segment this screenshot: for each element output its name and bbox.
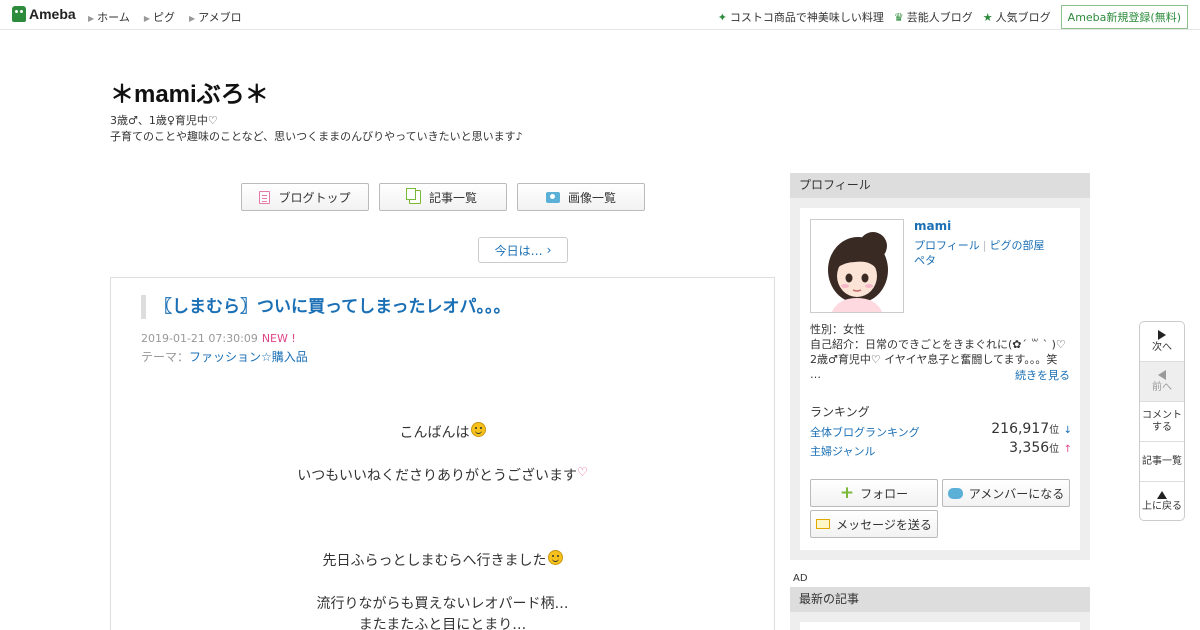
send-message-button[interactable]: メッセージを送る — [810, 510, 938, 538]
article-body-line: またまたふと目にとまり… — [358, 617, 527, 630]
profile-intro-line: 2歳♂育児中♡ イヤイヤ息子と奮闘してます。。。笑 — [810, 353, 1058, 366]
overall-ranking-value: 216,917位 ↓ — [991, 421, 1072, 437]
theme-link[interactable]: ファッション☆購入品 — [189, 350, 308, 364]
floating-article-list-button[interactable]: 記事一覧 — [1140, 442, 1184, 482]
comment-button[interactable]: コメント する — [1140, 402, 1184, 442]
profile-name[interactable]: mami — [914, 219, 951, 233]
sparkle-icon: ✦ — [717, 10, 727, 24]
profile-header: プロフィール — [790, 173, 1090, 198]
amember-button[interactable]: アメンバーになる — [942, 479, 1070, 507]
top-nav-home[interactable]: ▶ ホーム — [88, 9, 130, 25]
document-icon — [259, 190, 271, 204]
ameba-logo[interactable]: Ameba — [12, 6, 76, 22]
ad-label: AD — [793, 573, 808, 584]
plus-icon: + — [839, 482, 855, 503]
peta-link[interactable]: ペタ — [914, 254, 936, 267]
link-popular-blogs[interactable]: ★ 人気ブログ — [983, 9, 1051, 25]
play-left-icon — [1158, 369, 1166, 380]
genre-ranking-value: 3,356位 ↑ — [1009, 440, 1072, 456]
documents-icon — [405, 188, 421, 204]
camera-icon — [545, 191, 560, 203]
top-right-links: ✦ コストコ商品で神美味しい料理 ♛ 芸能人ブログ ★ 人気ブログ Ameba新規登録… — [718, 5, 1188, 29]
next-article-button[interactable]: 次へ — [1140, 322, 1184, 362]
mail-icon — [816, 519, 831, 529]
top-bar: Ameba ▶ ホーム ▶ ピグ ▶ アメブロ ✦ コストコ商品で神美味しい料理 ♛ 芸能… — [0, 0, 1200, 30]
latest-articles-content — [800, 622, 1080, 630]
ranking-row-overall: 全体ブログランキング 216,917位 ↓ — [810, 421, 1072, 440]
ameba-logo-icon — [12, 6, 26, 22]
divider: | — [982, 239, 987, 252]
article-theme: テーマ：ファッション☆購入品 — [141, 350, 308, 364]
profile-content: mami プロフィール | ピグの部屋 ペタ 性別：女性 自己紹介：日常のできごとを… — [800, 208, 1080, 550]
top-nav: ▶ ホーム ▶ ピグ ▶ アメブロ — [88, 9, 242, 25]
article-body-line: いつもいいねくださりありがとうございます♡ — [297, 465, 588, 484]
article: 〖しまむら〗ついに買ってしまったレオパ。。。 2019-01-21 07:30:… — [110, 277, 775, 630]
blog-title[interactable]: ＊mamiぶろ＊ — [110, 74, 269, 109]
latest-articles-header: 最新の記事 — [790, 587, 1090, 612]
register-button[interactable]: Ameba新規登録(無料) — [1060, 5, 1188, 29]
link-celebrity-blogs[interactable]: ♛ 芸能人ブログ — [894, 9, 973, 25]
chevron-right-icon: › — [546, 243, 552, 257]
top-nav-pig[interactable]: ▶ ピグ — [144, 9, 175, 25]
article-body-line: こんばんは — [111, 422, 774, 442]
article-list-button[interactable]: 記事一覧 — [379, 183, 507, 211]
arrow-up-icon — [1157, 491, 1167, 499]
article-body-line: 流行りながらも買えないレオパード柄… — [316, 596, 569, 612]
read-more-link[interactable]: 続きを見る — [1015, 367, 1070, 383]
profile-intro-line: 自己紹介：日常のできごとをきまぐれに(✿´ ꒳ ` )♡ — [810, 338, 1066, 351]
ranking-row-genre: 主婦ジャンル 3,356位 ↑ — [810, 440, 1072, 459]
profile-link[interactable]: プロフィール — [914, 239, 980, 252]
floating-nav: 次へ 前へ コメント する 記事一覧 上に戻る — [1139, 321, 1185, 521]
article-date: 2019-01-21 07:30:09 NEW ! — [141, 332, 296, 345]
profile-box: プロフィール mami プロフィール | ピグの部屋 ペタ 性別：女性 自己紹介：日 — [790, 173, 1090, 560]
link-costco-recipes[interactable]: ✦ コストコ商品で神美味しい料理 — [718, 9, 884, 25]
star-icon: ★ — [982, 10, 993, 24]
avatar-illustration — [828, 232, 888, 312]
back-to-top-button[interactable]: 上に戻る — [1140, 482, 1184, 520]
play-right-icon — [1158, 329, 1166, 340]
article-body-line: 先日ふらっとしまむらへ行きました — [111, 550, 774, 570]
article-title[interactable]: 〖しまむら〗ついに買ってしまったレオパ。。。 — [141, 295, 510, 319]
arrow-up-icon: ↑ — [1063, 444, 1072, 455]
chat-bubble-icon — [947, 487, 963, 499]
arrow-right-icon: ▶ — [143, 14, 150, 23]
blog-top-button[interactable]: ブログトップ — [241, 183, 369, 211]
avatar[interactable] — [810, 219, 904, 313]
arrow-right-icon: ▶ — [88, 14, 95, 23]
image-list-button[interactable]: 画像一覧 — [517, 183, 645, 211]
blog-description-line2: 子育てのことや趣味のことなど、思いつくままのんびりやっていきたいと思います♪ — [110, 130, 523, 143]
ranking-label: ランキング — [810, 405, 870, 419]
crown-icon: ♛ — [893, 10, 904, 24]
pig-room-link[interactable]: ピグの部屋 — [990, 239, 1045, 252]
smile-emoji-icon — [547, 550, 563, 565]
smile-emoji-icon — [470, 422, 486, 437]
genre-ranking-link[interactable]: 主婦ジャンル — [810, 445, 875, 458]
latest-articles-box: 最新の記事 — [790, 587, 1090, 630]
heart-emoji-icon: ♡ — [576, 465, 588, 479]
new-badge: NEW ! — [261, 332, 296, 345]
today-button[interactable]: 今日は… › — [478, 237, 568, 263]
ameba-logo-text: Ameba — [29, 6, 76, 22]
prev-article-button[interactable]: 前へ — [1140, 362, 1184, 402]
overall-ranking-link[interactable]: 全体ブログランキング — [810, 426, 920, 439]
arrow-down-icon: ↓ — [1063, 425, 1072, 436]
top-nav-ameblo[interactable]: ▶ アメブロ — [189, 9, 242, 25]
arrow-right-icon: ▶ — [188, 14, 196, 23]
follow-button[interactable]: + フォロー — [810, 479, 938, 507]
profile-links: プロフィール | ピグの部屋 ペタ — [914, 238, 1045, 268]
blog-description-line1: 3歳♂、1歳♀育児中♡ — [110, 114, 218, 127]
profile-gender: 性別：女性 — [810, 323, 865, 336]
